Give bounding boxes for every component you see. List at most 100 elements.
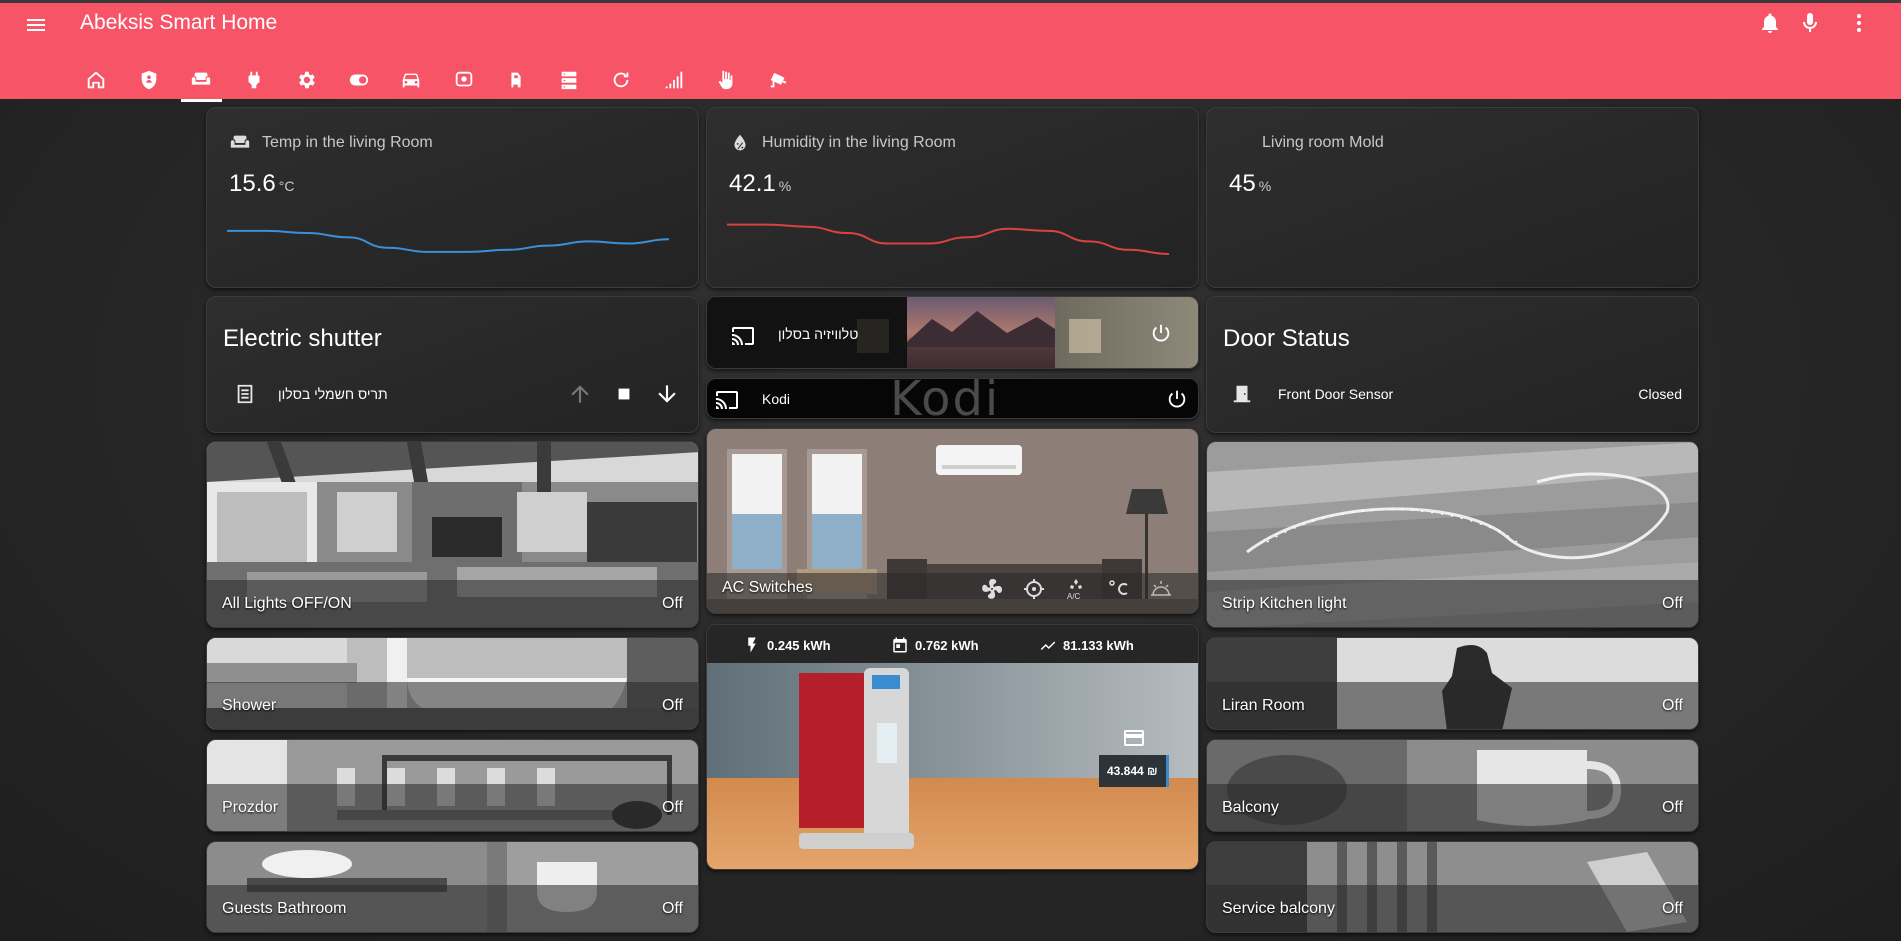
ac-icon[interactable]: A/C (1064, 577, 1088, 601)
power-icon[interactable] (1150, 322, 1172, 344)
tab-hand[interactable] (700, 57, 753, 102)
hand-icon (718, 70, 733, 89)
light-name: All Lights OFF/ON (222, 595, 352, 612)
door-sensor-state: Closed (1638, 386, 1682, 402)
tab-cameras[interactable] (438, 57, 491, 102)
power-icon[interactable] (1166, 388, 1188, 410)
shutter-card: Electric shutter תריס חשמלי בסלון (206, 296, 699, 433)
credit-card-icon (1124, 730, 1144, 746)
arrow-up-icon[interactable] (567, 381, 593, 407)
light-name: Service balcony (1222, 900, 1335, 917)
caption-bar (1207, 784, 1698, 831)
svg-text:A/C: A/C (1067, 592, 1081, 601)
signal-icon (665, 71, 682, 88)
cast-icon[interactable] (731, 324, 755, 348)
light-state: Off (661, 900, 683, 917)
sensor-card-humidity[interactable]: Humidity in the living Room 42.1% (706, 107, 1199, 288)
menu-icon[interactable] (24, 13, 48, 37)
light-state: Off (1661, 697, 1683, 714)
tab-home[interactable] (70, 57, 123, 102)
sun-snow-icon[interactable] (1149, 577, 1173, 601)
stop-icon[interactable] (611, 381, 637, 407)
light-card-all-lights[interactable]: All Lights OFF/ON Off (206, 441, 699, 628)
temperature-history-graph (227, 229, 669, 253)
fan-icon[interactable] (980, 577, 1004, 601)
light-state: Off (661, 697, 683, 714)
more-vertical-icon[interactable] (1847, 11, 1871, 35)
light-name: Guests Bathroom (222, 900, 347, 917)
light-name: Shower (222, 697, 277, 714)
gear-icon (299, 71, 316, 88)
caption-bar (207, 784, 698, 831)
sensor-card-mold[interactable]: Living room Mold 45% (1206, 107, 1699, 288)
media-player-name: טלוויזיה בסלון (778, 326, 859, 342)
shutter-entity-name[interactable]: תריס חשמלי בסלון (278, 386, 388, 402)
history-line (227, 229, 669, 253)
sensor-unit: °C (278, 178, 295, 194)
cctv-alt-icon (770, 72, 787, 87)
cctv-icon (455, 71, 472, 86)
tv-media-card[interactable]: טלוויזיה בסלון (706, 296, 1199, 369)
media-player-name: Kodi (762, 391, 791, 407)
light-name: Liran Room (1222, 697, 1305, 714)
sensor-unit: % (778, 178, 792, 194)
tab-settings[interactable] (280, 57, 333, 102)
home-shield-icon (88, 70, 105, 88)
plug-icon (248, 71, 260, 88)
tab-robot[interactable] (490, 57, 543, 102)
door-sensor-name[interactable]: Front Door Sensor (1278, 386, 1393, 402)
tab-server[interactable] (543, 57, 596, 102)
tab-toggles[interactable] (333, 57, 386, 102)
light-card-liran-room[interactable]: Liran Room Off (1206, 637, 1699, 730)
sensor-card-temperature[interactable]: Temp in the living Room 15.6 °C (206, 107, 699, 288)
light-card-service-balcony[interactable]: Service balcony Off (1206, 841, 1699, 933)
car-icon (403, 73, 420, 87)
chart-line-icon (1040, 641, 1056, 651)
bell-icon[interactable] (1758, 11, 1782, 35)
energy-total: 81.133 kWh (1039, 636, 1134, 654)
energy-card[interactable]: 0.245 kWh 0.762 kWh 81.133 kWh 43.844 ₪ (706, 624, 1199, 870)
light-card-strip-kitchen[interactable]: Strip Kitchen light Off (1206, 441, 1699, 628)
tab-cameras-alt[interactable] (753, 57, 806, 102)
microphone-icon[interactable] (1798, 11, 1822, 35)
app-header: Abeksis Smart Home (0, 0, 1901, 102)
sensor-name: Humidity in the living Room (762, 134, 956, 151)
water-percent-icon (734, 134, 746, 151)
celsius-icon[interactable] (1107, 577, 1131, 601)
light-card-shower[interactable]: Shower Off (206, 637, 699, 730)
light-state: Off (1661, 799, 1683, 816)
tab-updates[interactable] (595, 57, 648, 102)
light-card-guests-bathroom[interactable]: Guests Bathroom Off (206, 841, 699, 933)
view-tabs (70, 57, 805, 102)
kodi-media-card[interactable]: Kodi Kodi (706, 378, 1199, 419)
card-title: Door Status (1223, 325, 1350, 352)
ac-switches-card[interactable]: AC Switches A/C (706, 428, 1199, 614)
light-name: Prozdor (222, 799, 279, 816)
tab-car[interactable] (385, 57, 438, 102)
light-card-balcony[interactable]: Balcony Off (1206, 739, 1699, 832)
energy-cost: 43.844 ₪ (1099, 755, 1169, 787)
calendar-icon (893, 637, 907, 653)
light-name: Strip Kitchen light (1222, 595, 1347, 612)
sensor-value: 15.6 °C (229, 170, 295, 197)
caption-bar (207, 682, 698, 729)
arrow-down-icon[interactable] (654, 381, 680, 407)
sofa-icon (192, 72, 211, 85)
tab-power[interactable] (228, 57, 281, 102)
energy-month: 0.762 kWh (891, 636, 979, 654)
light-card-prozdor[interactable]: Prozdor Off (206, 739, 699, 832)
sensor-value: 45% (1229, 170, 1272, 197)
door-status-card: Door Status Front Door Sensor Closed (1206, 296, 1699, 433)
tab-security[interactable] (123, 57, 176, 102)
app-title: Abeksis Smart Home (80, 11, 278, 34)
flash-icon (748, 637, 756, 653)
tab-living-room[interactable] (175, 57, 228, 102)
ac-label: AC Switches (722, 579, 813, 596)
tab-network[interactable] (648, 57, 701, 102)
light-name: Balcony (1222, 799, 1279, 816)
humidity-history-graph (727, 223, 1169, 255)
sensor-value: 42.1% (729, 170, 792, 197)
sensor-unit: % (1258, 178, 1272, 194)
target-icon[interactable] (1022, 577, 1046, 601)
cast-icon[interactable] (715, 388, 739, 412)
